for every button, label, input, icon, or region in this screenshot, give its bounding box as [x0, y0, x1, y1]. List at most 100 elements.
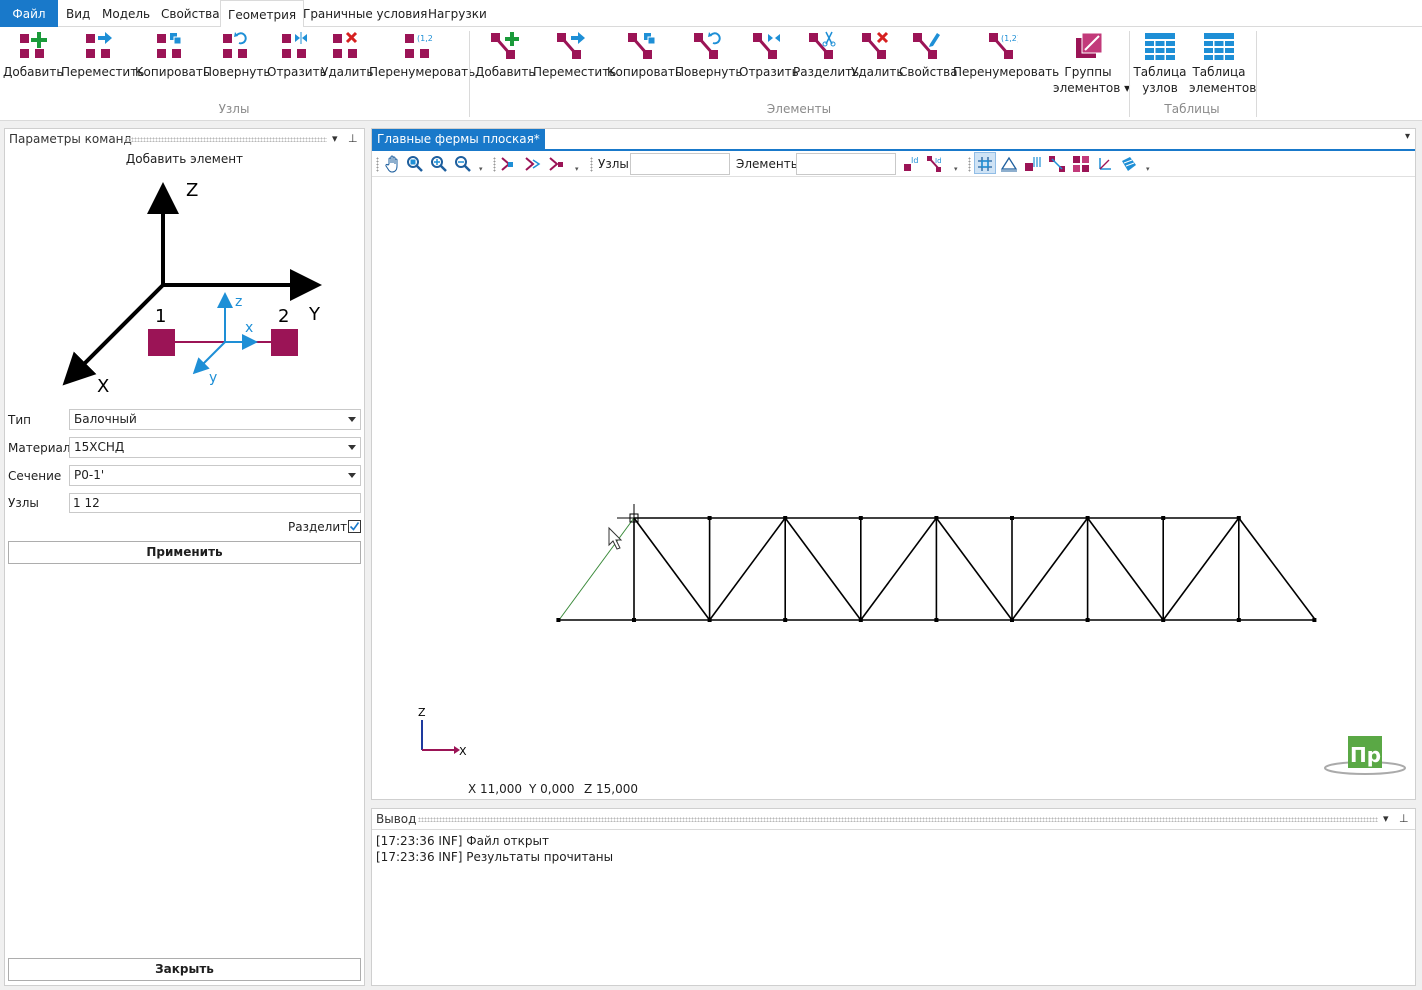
element-ids-icon[interactable]: Id: [926, 155, 944, 173]
material-label: Материал: [8, 441, 71, 455]
pin-icon[interactable]: ⊥: [348, 132, 358, 145]
truss-node[interactable]: [707, 618, 712, 622]
node-mirror-button[interactable]: Отразить: [267, 27, 327, 93]
diagonal-member[interactable]: [1086, 517, 1164, 621]
material-combo[interactable]: 15ХСНД: [69, 437, 361, 458]
local-y-label: y: [209, 370, 217, 386]
node-links-icon[interactable]: [1048, 155, 1066, 173]
type-combo[interactable]: Балочный: [69, 409, 361, 430]
select-all-icon[interactable]: [547, 155, 565, 173]
ribbon-separator: [1129, 31, 1130, 117]
panel-grip[interactable]: [418, 817, 1378, 822]
truss-node[interactable]: [783, 516, 788, 520]
element-groups-button[interactable]: Группы элементов ▾: [1053, 27, 1130, 97]
truss-node[interactable]: [934, 618, 939, 622]
local-axes-icon[interactable]: [1096, 155, 1114, 173]
panel-grip[interactable]: [125, 137, 327, 142]
menu-loads[interactable]: Нагрузки: [421, 0, 494, 27]
nodes-table-button[interactable]: Таблица узлов: [1133, 27, 1187, 97]
apply-button[interactable]: Применить: [8, 541, 361, 564]
truss-node[interactable]: [1236, 516, 1241, 520]
menu-model[interactable]: Модель: [95, 0, 157, 27]
diagonal-member[interactable]: [935, 517, 1013, 621]
select-element-icon[interactable]: [523, 155, 541, 173]
truss-node[interactable]: [1236, 618, 1241, 622]
split-checkbox[interactable]: [348, 520, 361, 533]
node-copy-button[interactable]: Копировать: [135, 27, 210, 93]
element-mirror-button[interactable]: Отразить: [739, 27, 799, 93]
document-tab[interactable]: Главные фермы плоская*: [372, 129, 545, 149]
element-move-button[interactable]: Переместить: [533, 27, 616, 93]
diagonal-member[interactable]: [708, 517, 786, 621]
element-properties-button[interactable]: Свойства: [899, 27, 958, 93]
diagonal-member[interactable]: [1011, 517, 1089, 621]
pin-icon[interactable]: ⊥: [1399, 812, 1409, 825]
element-groups-view-icon[interactable]: [1072, 155, 1090, 173]
viewport-menu-icon[interactable]: ▾: [1405, 131, 1410, 142]
truss-node[interactable]: [632, 618, 636, 622]
diagonal-member[interactable]: [1162, 517, 1240, 621]
node-add-button[interactable]: Добавить: [3, 27, 63, 93]
element-renumber-button[interactable]: (1,2) Перенумеровать: [953, 27, 1059, 93]
node-renumber-button[interactable]: (1,2) Перенумеровать: [369, 27, 475, 93]
element-copy-button[interactable]: Копировать: [607, 27, 682, 93]
zoom-fit-icon[interactable]: [406, 155, 424, 173]
diagonal-member[interactable]: [784, 517, 862, 621]
truss-node[interactable]: [858, 516, 863, 520]
nodes-filter-input[interactable]: [630, 153, 730, 175]
model-canvas[interactable]: Z X Пр: [372, 178, 1415, 799]
node-move-button[interactable]: Переместить: [61, 27, 144, 93]
menu-properties[interactable]: Свойства: [154, 0, 227, 27]
chevron-down-icon: [348, 417, 356, 422]
pan-hand-icon[interactable]: [384, 155, 402, 173]
zoom-out-icon[interactable]: [454, 155, 472, 173]
element-delete-button[interactable]: Удалить: [851, 27, 904, 93]
table-icon: [1145, 33, 1175, 60]
zoom-in-icon[interactable]: [430, 155, 448, 173]
menu-geometry[interactable]: Геометрия: [220, 0, 305, 28]
elements-table-button[interactable]: Таблица элементов: [1189, 27, 1256, 97]
cursor-coord-z: Z 15,000: [584, 782, 639, 796]
diagonal-member[interactable]: [860, 517, 938, 621]
grid-icon[interactable]: [976, 155, 994, 173]
node-ids-icon[interactable]: Id: [902, 155, 920, 173]
end-diagonal-member[interactable]: [1238, 517, 1317, 621]
truss-node[interactable]: [1010, 618, 1014, 622]
truss-node[interactable]: [858, 618, 863, 622]
diagonal-member[interactable]: [633, 517, 711, 621]
view-axis-x-label: X: [459, 745, 467, 758]
toolbar-overflow-icon[interactable]: ▾: [575, 165, 581, 173]
node-rotate-button[interactable]: Повернуть: [203, 27, 270, 93]
truss-node[interactable]: [1312, 618, 1317, 622]
menu-view[interactable]: Вид: [59, 0, 97, 27]
truss-node[interactable]: [1085, 618, 1090, 622]
toolbar-overflow-icon[interactable]: ▾: [954, 165, 960, 173]
select-node-icon[interactable]: [499, 155, 517, 173]
node-delete-button[interactable]: Удалить: [321, 27, 374, 93]
loads-icon[interactable]: [1024, 155, 1042, 173]
toolbar-overflow-icon[interactable]: ▾: [1146, 165, 1152, 173]
render-sections-icon[interactable]: [1120, 155, 1138, 173]
truss-node[interactable]: [707, 516, 712, 520]
toolbar-overflow-icon[interactable]: ▾: [479, 165, 485, 173]
label-z: Z: [186, 180, 198, 201]
nodes-input[interactable]: 1 12: [69, 493, 361, 513]
panel-menu-icon[interactable]: ▾: [1383, 812, 1389, 825]
supports-icon[interactable]: [1000, 155, 1018, 173]
truss-node[interactable]: [783, 618, 788, 622]
truss-node[interactable]: [556, 618, 561, 622]
elements-filter-input[interactable]: [796, 153, 896, 175]
element-add-button[interactable]: Добавить: [475, 27, 535, 93]
truss-node[interactable]: [1161, 618, 1166, 622]
close-button[interactable]: Закрыть: [8, 958, 361, 981]
menu-file[interactable]: Файл: [0, 0, 58, 27]
truss-node[interactable]: [1010, 516, 1014, 520]
element-split-button[interactable]: Разделить: [793, 27, 859, 93]
truss-node[interactable]: [1085, 516, 1090, 520]
section-combo[interactable]: Р0-1': [69, 465, 361, 486]
panel-menu-icon[interactable]: ▾: [332, 132, 338, 145]
truss-node[interactable]: [1161, 516, 1166, 520]
menu-boundary-conditions[interactable]: Граничные условия: [296, 0, 434, 27]
element-rotate-button[interactable]: Повернуть: [675, 27, 742, 93]
truss-node[interactable]: [934, 516, 939, 520]
